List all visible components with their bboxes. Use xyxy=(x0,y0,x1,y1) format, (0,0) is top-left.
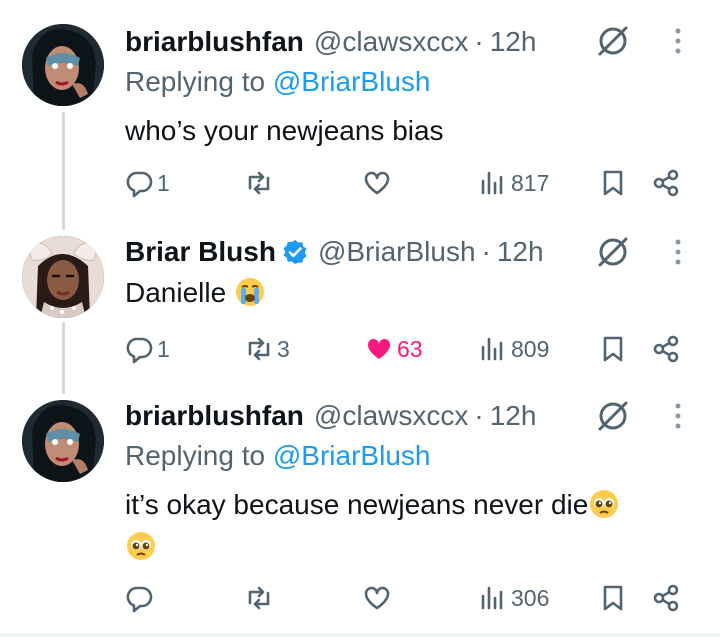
user-handle[interactable]: @clawsxccx xyxy=(314,26,468,58)
reply-count: 1 xyxy=(157,169,170,196)
retweet-button[interactable]: 3 xyxy=(244,331,290,367)
replying-to-label: Replying to xyxy=(125,440,273,471)
avatar[interactable] xyxy=(22,236,104,318)
like-button[interactable] xyxy=(362,580,395,616)
bookmark-icon xyxy=(603,336,623,362)
views-button[interactable]: 817 xyxy=(478,165,549,201)
like-button[interactable] xyxy=(362,165,395,201)
avatar[interactable] xyxy=(22,24,104,106)
verified-badge-icon xyxy=(282,239,308,265)
like-count: 63 xyxy=(397,335,423,362)
tweet-text: who’s your newjeans bias xyxy=(125,115,444,146)
views-chart-icon xyxy=(481,586,503,610)
share-button[interactable] xyxy=(651,165,681,201)
views-chart-icon xyxy=(481,337,503,361)
views-count: 809 xyxy=(511,335,550,362)
views-chart-icon xyxy=(481,171,503,195)
tweet-text-body: it’s okay because newjeans never die xyxy=(125,489,589,520)
tweet-header: briarblushfan @clawsxccx · 12h xyxy=(125,394,536,438)
timestamp[interactable]: 12h xyxy=(490,400,537,432)
retweet-icon xyxy=(248,586,270,610)
retweet-count: 3 xyxy=(277,335,290,362)
views-button[interactable]: 306 xyxy=(478,580,549,616)
muted-icon[interactable] xyxy=(596,399,630,433)
retweet-icon xyxy=(248,171,270,195)
display-name[interactable]: Briar Blush xyxy=(125,236,276,268)
tweet-text: Danielle xyxy=(125,272,685,314)
bookmark-button[interactable] xyxy=(598,331,628,367)
tweet-1[interactable]: briarblushfan @clawsxccx · 12h Replying … xyxy=(0,18,720,208)
replying-to-line: Replying to @BriarBlush xyxy=(125,440,430,472)
user-handle[interactable]: @clawsxccx xyxy=(314,400,468,432)
reply-icon xyxy=(126,171,153,198)
share-icon xyxy=(653,584,679,612)
replying-to-line: Replying to @BriarBlush xyxy=(125,66,430,98)
reply-icon xyxy=(126,337,153,364)
like-button[interactable]: 63 xyxy=(364,331,423,367)
replying-to-handle[interactable]: @BriarBlush xyxy=(273,66,431,97)
reply-button[interactable]: 1 xyxy=(124,165,170,201)
bookmark-icon xyxy=(603,170,623,196)
display-name[interactable]: briarblushfan xyxy=(125,26,304,58)
share-icon xyxy=(653,169,679,197)
user-handle[interactable]: @BriarBlush xyxy=(318,236,476,268)
reply-button[interactable] xyxy=(124,580,157,616)
bookmark-icon xyxy=(603,585,623,611)
separator-dot: · xyxy=(481,236,491,267)
tweet-text: it’s okay because newjeans never die xyxy=(125,484,685,568)
reply-button[interactable]: 1 xyxy=(124,331,170,367)
heart-icon xyxy=(364,171,390,195)
reply-count: 1 xyxy=(157,335,170,362)
more-options-icon[interactable] xyxy=(668,235,688,269)
pleading-face-icon xyxy=(127,532,155,560)
views-count: 306 xyxy=(511,584,550,611)
retweet-button[interactable] xyxy=(244,165,277,201)
heart-icon xyxy=(364,586,390,610)
muted-icon[interactable] xyxy=(596,235,630,269)
more-options-icon[interactable] xyxy=(668,399,688,433)
tweet-2[interactable]: Briar Blush @BriarBlush · 12h Danielle 1… xyxy=(0,230,720,380)
timestamp[interactable]: 12h xyxy=(490,26,537,58)
views-count: 817 xyxy=(511,169,550,196)
reply-icon xyxy=(126,586,153,613)
separator-dot: · xyxy=(474,26,484,57)
avatar[interactable] xyxy=(22,400,104,482)
retweet-icon xyxy=(248,337,270,361)
share-button[interactable] xyxy=(651,331,681,367)
share-button[interactable] xyxy=(651,580,681,616)
pleading-face-icon xyxy=(590,490,619,518)
loudly-crying-face-icon xyxy=(235,278,264,306)
replying-to-label: Replying to xyxy=(125,66,273,97)
muted-icon[interactable] xyxy=(596,24,630,58)
display-name[interactable]: briarblushfan xyxy=(125,400,304,432)
timestamp[interactable]: 12h xyxy=(497,236,544,268)
share-icon xyxy=(653,335,679,363)
heart-filled-icon xyxy=(367,338,391,359)
tweet-header: Briar Blush @BriarBlush · 12h xyxy=(125,230,544,274)
separator-dot: · xyxy=(474,400,484,431)
views-button[interactable]: 809 xyxy=(478,331,549,367)
bookmark-button[interactable] xyxy=(598,165,628,201)
tweet-3[interactable]: briarblushfan @clawsxccx · 12h Replying … xyxy=(0,394,720,630)
more-options-icon[interactable] xyxy=(668,24,688,58)
tweet-header: briarblushfan @clawsxccx · 12h xyxy=(125,20,536,64)
divider xyxy=(0,633,720,637)
replying-to-handle[interactable]: @BriarBlush xyxy=(273,440,431,471)
retweet-button[interactable] xyxy=(244,580,277,616)
bookmark-button[interactable] xyxy=(598,580,628,616)
tweet-text-body: Danielle xyxy=(125,277,227,308)
